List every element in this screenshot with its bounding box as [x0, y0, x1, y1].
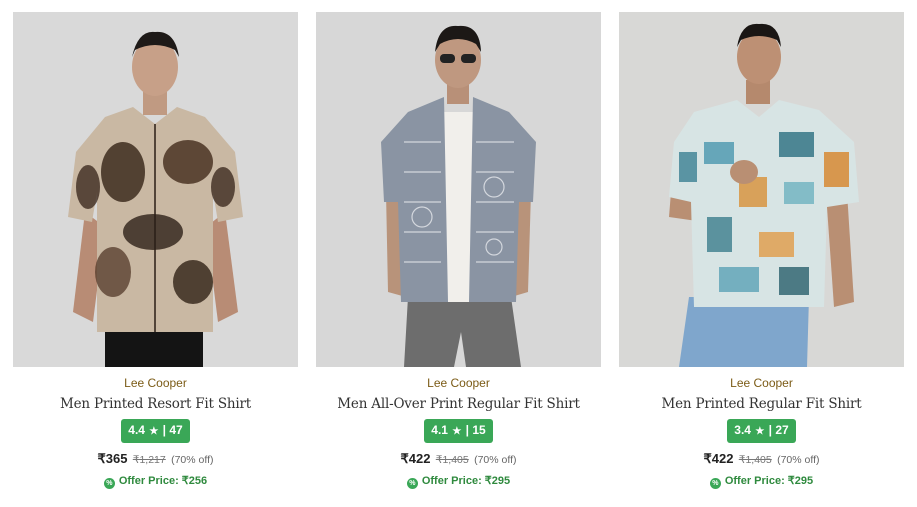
star-icon: ★ — [149, 426, 159, 437]
product-photo-brown-shirt — [13, 12, 298, 367]
offer-price: Offer Price: ₹256 — [118, 475, 208, 487]
review-count: 27 — [775, 423, 789, 437]
product-card[interactable]: Lee Cooper Men Printed Resort Fit Shirt … — [13, 12, 298, 502]
product-image[interactable] — [316, 12, 601, 367]
product-brand[interactable]: Lee Cooper — [619, 376, 904, 390]
selling-price: ₹422 — [703, 451, 734, 466]
star-icon: ★ — [452, 426, 462, 437]
star-icon: ★ — [755, 426, 765, 437]
original-price: ₹1,405 — [738, 454, 772, 466]
rating-value: 3.4 — [734, 423, 751, 437]
discount-percent: (70% off) — [474, 454, 517, 466]
product-title[interactable]: Men All-Over Print Regular Fit Shirt — [316, 396, 601, 413]
product-grid: Lee Cooper Men Printed Resort Fit Shirt … — [0, 0, 917, 507]
rating-badge: 4.4 ★ | 47 — [121, 419, 190, 443]
offer-tag-icon: % — [103, 478, 115, 489]
offer-price-line: % Offer Price: ₹295 — [619, 474, 904, 489]
selling-price: ₹422 — [400, 451, 431, 466]
offer-price-line: % Offer Price: ₹256 — [13, 474, 298, 489]
rating-separator: | — [465, 423, 469, 437]
product-image[interactable] — [13, 12, 298, 367]
rating-badge: 3.4 ★ | 27 — [727, 419, 796, 443]
rating-separator: | — [162, 423, 166, 437]
offer-tag-icon: % — [709, 478, 721, 489]
product-brand[interactable]: Lee Cooper — [316, 376, 601, 390]
product-title[interactable]: Men Printed Regular Fit Shirt — [619, 396, 904, 413]
product-card[interactable]: Lee Cooper Men Printed Regular Fit Shirt… — [619, 12, 904, 502]
discount-percent: (70% off) — [777, 454, 820, 466]
offer-price: Offer Price: ₹295 — [421, 475, 511, 487]
offer-tag-icon: % — [406, 478, 418, 489]
review-count: 15 — [472, 423, 486, 437]
rating-value: 4.4 — [128, 423, 145, 437]
selling-price: ₹365 — [97, 451, 128, 466]
offer-price-line: % Offer Price: ₹295 — [316, 474, 601, 489]
product-brand[interactable]: Lee Cooper — [13, 376, 298, 390]
price-line: ₹365 ₹1,217 (70% off) — [13, 452, 298, 467]
discount-percent: (70% off) — [171, 454, 214, 466]
rating-separator: | — [768, 423, 772, 437]
product-photo-teal-shirt — [619, 12, 904, 367]
review-count: 47 — [169, 423, 183, 437]
product-image[interactable] — [619, 12, 904, 367]
product-photo-grey-shirt — [316, 12, 601, 367]
price-line: ₹422 ₹1,405 (70% off) — [316, 452, 601, 467]
original-price: ₹1,217 — [132, 454, 166, 466]
product-title[interactable]: Men Printed Resort Fit Shirt — [13, 396, 298, 413]
rating-value: 4.1 — [431, 423, 448, 437]
price-line: ₹422 ₹1,405 (70% off) — [619, 452, 904, 467]
rating-badge: 4.1 ★ | 15 — [424, 419, 493, 443]
original-price: ₹1,405 — [435, 454, 469, 466]
product-card[interactable]: Lee Cooper Men All-Over Print Regular Fi… — [316, 12, 601, 502]
offer-price: Offer Price: ₹295 — [724, 475, 814, 487]
